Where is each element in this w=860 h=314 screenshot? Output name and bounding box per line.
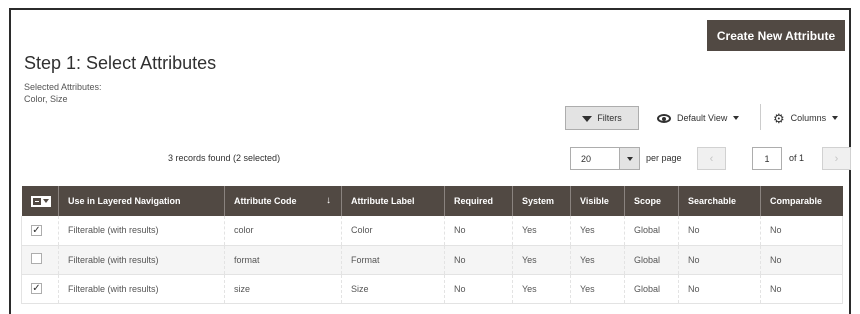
per-page-select[interactable]: 20: [570, 147, 640, 170]
column-header-system[interactable]: System: [512, 186, 571, 216]
cell-scope: Global: [624, 216, 679, 246]
eye-icon: [657, 113, 671, 123]
row-checkbox[interactable]: ✓: [31, 225, 42, 236]
records-found-count: 3 records found (2 selected): [168, 153, 281, 163]
cell-comparable: No: [760, 245, 843, 275]
column-header-scope[interactable]: Scope: [624, 186, 679, 216]
cell-attribute-code: size: [224, 274, 342, 304]
columns-label: Columns: [790, 113, 827, 123]
checkbox-icon: [32, 197, 41, 205]
cell-attribute-label: Color: [341, 216, 445, 246]
default-view-dropdown[interactable]: Default View: [657, 110, 740, 126]
cell-attribute-label: Format: [341, 245, 445, 275]
cell-system: Yes: [512, 245, 571, 275]
cell-layered-navigation: Filterable (with results): [58, 216, 225, 246]
mass-select-dropdown[interactable]: [30, 195, 51, 207]
table-row[interactable]: ✓ Filterable (with results) size Size No…: [21, 274, 843, 304]
row-select-cell[interactable]: [21, 245, 59, 275]
column-header-layered-navigation[interactable]: Use in Layered Navigation: [58, 186, 225, 216]
cell-required: No: [444, 245, 513, 275]
cell-attribute-code: color: [224, 216, 342, 246]
column-header-attribute-code[interactable]: Attribute Code ↓: [224, 186, 342, 216]
cell-visible: Yes: [570, 216, 625, 246]
cell-attribute-label: Size: [341, 274, 445, 304]
next-page-button[interactable]: ›: [822, 147, 851, 170]
attributes-table: Use in Layered Navigation Attribute Code…: [21, 186, 843, 304]
row-select-cell[interactable]: ✓: [21, 274, 59, 304]
cell-attribute-code: format: [224, 245, 342, 275]
cell-comparable: No: [760, 274, 843, 304]
filters-button[interactable]: Filters: [565, 106, 639, 130]
cell-required: No: [444, 216, 513, 246]
columns-dropdown[interactable]: ⚙ Columns: [773, 110, 839, 126]
previous-page-button[interactable]: ‹: [697, 147, 726, 170]
cell-layered-navigation: Filterable (with results): [58, 245, 225, 275]
chevron-down-icon: [626, 156, 633, 161]
chevron-down-icon: [832, 116, 839, 120]
cell-visible: Yes: [570, 274, 625, 304]
column-header-searchable[interactable]: Searchable: [678, 186, 761, 216]
column-header-required[interactable]: Required: [444, 186, 513, 216]
filter-icon: [582, 116, 593, 122]
table-header-row: Use in Layered Navigation Attribute Code…: [21, 186, 843, 216]
toolbar-divider: [760, 104, 761, 130]
per-page-label: per page: [646, 153, 682, 163]
filters-label: Filters: [597, 113, 622, 123]
table-row[interactable]: Filterable (with results) format Format …: [21, 245, 843, 275]
per-page-toggle[interactable]: [619, 148, 639, 169]
chevron-down-icon: [42, 199, 49, 203]
mass-select-header[interactable]: [21, 186, 59, 216]
total-pages-label: of 1: [789, 153, 805, 163]
cell-visible: Yes: [570, 245, 625, 275]
column-header-visible[interactable]: Visible: [570, 186, 625, 216]
column-header-attribute-label[interactable]: Attribute Label: [341, 186, 445, 216]
cell-layered-navigation: Filterable (with results): [58, 274, 225, 304]
page-title: Step 1: Select Attributes: [24, 53, 217, 73]
selected-attributes-label: Selected Attributes:: [24, 82, 102, 92]
sort-arrow-icon: ↓: [326, 195, 331, 206]
cell-searchable: No: [678, 245, 761, 275]
row-select-cell[interactable]: ✓: [21, 216, 59, 246]
cell-searchable: No: [678, 216, 761, 246]
default-view-label: Default View: [677, 113, 728, 123]
cell-comparable: No: [760, 216, 843, 246]
table-row[interactable]: ✓ Filterable (with results) color Color …: [21, 216, 843, 246]
cell-system: Yes: [512, 216, 571, 246]
cell-scope: Global: [624, 274, 679, 304]
chevron-down-icon: [733, 116, 740, 120]
column-header-comparable[interactable]: Comparable: [760, 186, 843, 216]
selected-attributes-values: Color, Size: [24, 94, 68, 104]
per-page-value: 20: [581, 153, 592, 164]
cell-searchable: No: [678, 274, 761, 304]
cell-system: Yes: [512, 274, 571, 304]
gear-icon: ⚙: [773, 110, 785, 126]
cell-scope: Global: [624, 245, 679, 275]
create-new-attribute-button[interactable]: Create New Attribute: [707, 20, 845, 51]
column-header-attribute-code-label: Attribute Code: [234, 196, 297, 206]
cell-required: No: [444, 274, 513, 304]
row-checkbox[interactable]: [31, 253, 42, 264]
current-page-input[interactable]: 1: [752, 147, 782, 170]
row-checkbox[interactable]: ✓: [31, 283, 42, 295]
